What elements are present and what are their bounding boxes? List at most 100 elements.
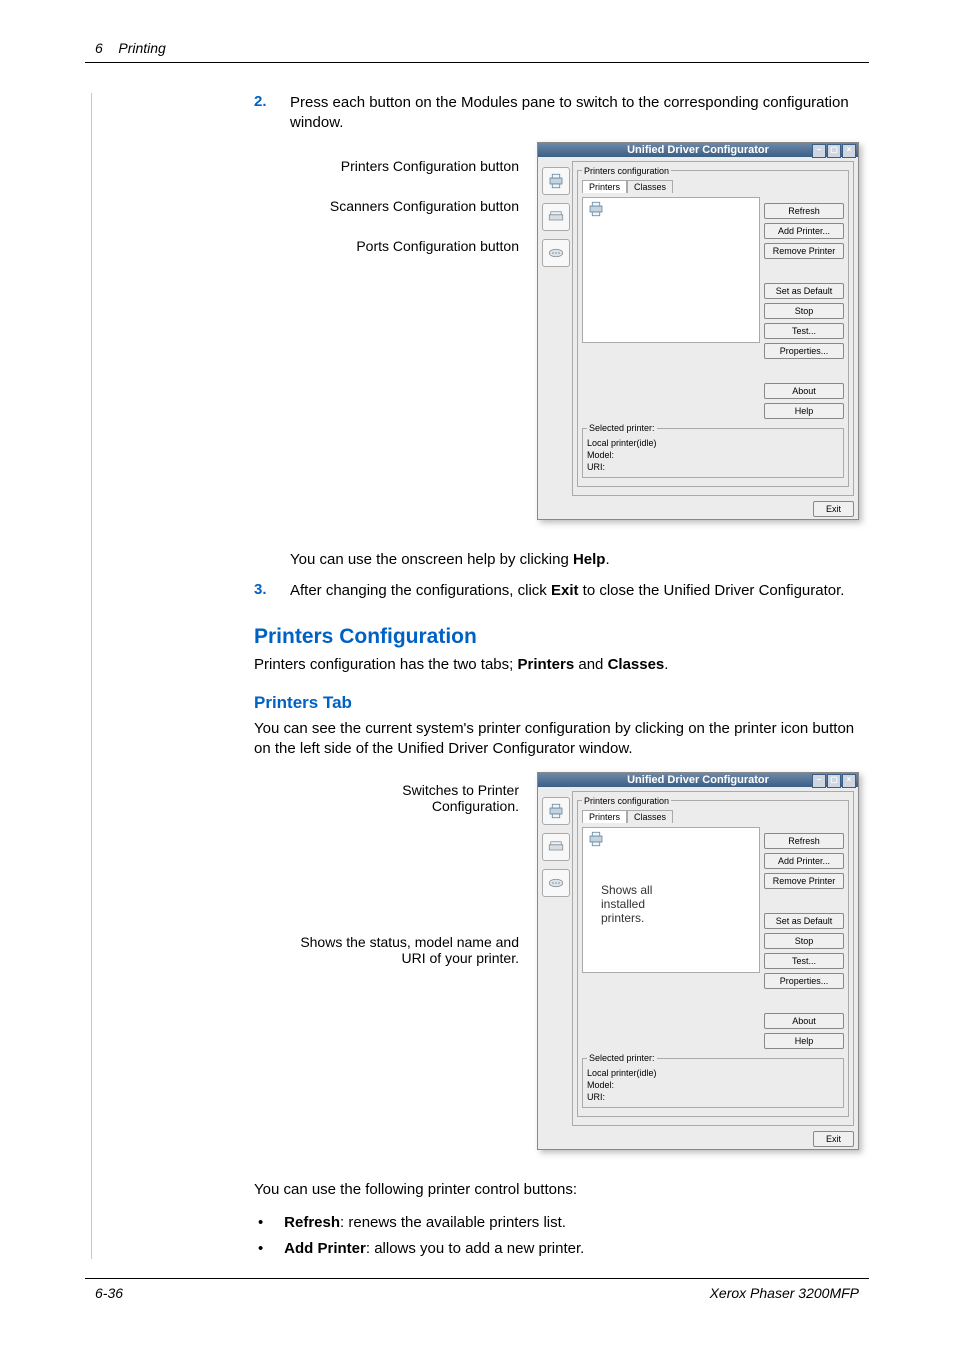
callout-shows-status: Shows the status, model name and URI of … xyxy=(299,934,519,966)
minimize-icon[interactable]: – xyxy=(812,144,826,158)
step-number-3: 3. xyxy=(254,581,274,601)
exit-button[interactable]: Exit xyxy=(813,501,854,517)
stop-button[interactable]: Stop xyxy=(764,933,844,949)
tab-printers[interactable]: Printers xyxy=(582,180,627,193)
printers-config-desc-post: . xyxy=(664,656,668,673)
bullet-add-printer-bold: Add Printer xyxy=(284,1240,366,1257)
test-button[interactable]: Test... xyxy=(764,323,844,339)
help-note-pre: You can use the onscreen help by clickin… xyxy=(290,551,573,568)
exit-button[interactable]: Exit xyxy=(813,1131,854,1147)
help-note-post: . xyxy=(605,551,609,568)
set-default-button[interactable]: Set as Default xyxy=(764,913,844,929)
window-titlebar: Unified Driver Configurator – ▢ × xyxy=(538,773,858,787)
maximize-icon[interactable]: ▢ xyxy=(827,144,841,158)
help-button[interactable]: Help xyxy=(764,1033,844,1049)
printers-list[interactable]: Shows all installed printers. xyxy=(582,827,760,973)
close-icon[interactable]: × xyxy=(842,774,856,788)
module-ports-button[interactable] xyxy=(542,239,570,267)
step-2-text: Press each button on the Modules pane to… xyxy=(290,93,859,134)
window-titlebar: Unified Driver Configurator – ▢ × xyxy=(538,143,858,157)
scanner-icon xyxy=(547,838,565,856)
step-3-post: to close the Unified Driver Configurator… xyxy=(579,582,845,599)
printers-list[interactable] xyxy=(582,197,760,343)
step-3-pre: After changing the configurations, click xyxy=(290,582,551,599)
callout-ports-config: Ports Configuration button xyxy=(330,238,519,254)
remove-printer-button[interactable]: Remove Printer xyxy=(764,243,844,259)
page-number: 6-36 xyxy=(95,1285,123,1301)
properties-button[interactable]: Properties... xyxy=(764,973,844,989)
selected-uri-label: URI: xyxy=(587,462,839,474)
selected-status: Local printer(idle) xyxy=(587,438,839,450)
selected-status: Local printer(idle) xyxy=(587,1068,839,1080)
header-separator xyxy=(85,62,869,63)
help-button[interactable]: Help xyxy=(764,403,844,419)
port-icon xyxy=(547,874,565,892)
groupbox-legend: Printers configuration xyxy=(582,796,671,806)
remove-printer-button[interactable]: Remove Printer xyxy=(764,873,844,889)
printer-icon xyxy=(547,802,565,820)
chapter-title: Printing xyxy=(118,40,165,56)
printers-config-desc-classes: Classes xyxy=(608,656,665,673)
tab-classes[interactable]: Classes xyxy=(627,180,673,193)
printer-item-icon xyxy=(585,200,607,218)
module-scanners-button[interactable] xyxy=(542,203,570,231)
printers-config-desc-printers: Printers xyxy=(517,656,574,673)
refresh-button[interactable]: Refresh xyxy=(764,833,844,849)
printers-tab-description: You can see the current system's printer… xyxy=(254,719,859,760)
bullet-refresh-rest: : renews the available printers list. xyxy=(340,1214,566,1231)
callout-printers-config: Printers Configuration button xyxy=(330,158,519,174)
window-title: Unified Driver Configurator xyxy=(627,774,769,786)
selected-model-label: Model: xyxy=(587,1080,839,1092)
printer-item-icon xyxy=(585,830,607,848)
printer-icon xyxy=(547,172,565,190)
scanner-icon xyxy=(547,208,565,226)
selected-printer-legend: Selected printer: xyxy=(587,1053,657,1065)
printers-config-groupbox: Printers configuration Printers Classes xyxy=(577,166,849,488)
bullet-refresh-bold: Refresh xyxy=(284,1214,340,1231)
control-buttons-intro: You can use the following printer contro… xyxy=(254,1180,859,1200)
close-icon[interactable]: × xyxy=(842,144,856,158)
chapter-number: 6 xyxy=(95,40,103,56)
bullet-add-printer: Add Printer: allows you to add a new pri… xyxy=(254,1239,859,1259)
printers-tab-heading: Printers Tab xyxy=(254,693,859,713)
step-3-bold: Exit xyxy=(551,582,579,599)
callout-shows-all-printers: Shows all installed printers. xyxy=(601,883,691,926)
selected-uri-label: URI: xyxy=(587,1092,839,1104)
help-note-bold: Help xyxy=(573,551,606,568)
footer-separator xyxy=(85,1278,869,1279)
module-printers-button[interactable] xyxy=(542,167,570,195)
about-button[interactable]: About xyxy=(764,383,844,399)
test-button[interactable]: Test... xyxy=(764,953,844,969)
properties-button[interactable]: Properties... xyxy=(764,343,844,359)
add-printer-button[interactable]: Add Printer... xyxy=(764,223,844,239)
groupbox-legend: Printers configuration xyxy=(582,166,671,176)
tab-classes[interactable]: Classes xyxy=(627,810,673,823)
minimize-icon[interactable]: – xyxy=(812,774,826,788)
printers-config-desc-pre: Printers configuration has the two tabs; xyxy=(254,656,517,673)
printers-configuration-heading: Printers Configuration xyxy=(254,625,859,649)
stop-button[interactable]: Stop xyxy=(764,303,844,319)
bullet-add-printer-rest: : allows you to add a new printer. xyxy=(366,1240,584,1257)
module-scanners-button[interactable] xyxy=(542,833,570,861)
callout-switches-to-printer: Switches to Printer Configuration. xyxy=(339,782,519,814)
tab-printers[interactable]: Printers xyxy=(582,810,627,823)
refresh-button[interactable]: Refresh xyxy=(764,203,844,219)
module-printers-button[interactable] xyxy=(542,797,570,825)
selected-model-label: Model: xyxy=(587,450,839,462)
bullet-refresh: Refresh: renews the available printers l… xyxy=(254,1213,859,1233)
add-printer-button[interactable]: Add Printer... xyxy=(764,853,844,869)
maximize-icon[interactable]: ▢ xyxy=(827,774,841,788)
selected-printer-legend: Selected printer: xyxy=(587,423,657,435)
udc-window-screenshot-2: Unified Driver Configurator – ▢ × xyxy=(537,772,859,1151)
set-default-button[interactable]: Set as Default xyxy=(764,283,844,299)
step-number-2: 2. xyxy=(254,93,274,134)
printers-config-groupbox: Printers configuration Printers Classes … xyxy=(577,796,849,1118)
product-name: Xerox Phaser 3200MFP xyxy=(710,1285,859,1301)
port-icon xyxy=(547,244,565,262)
printers-config-desc-and: and xyxy=(574,656,607,673)
callout-scanners-config: Scanners Configuration button xyxy=(330,198,519,214)
module-ports-button[interactable] xyxy=(542,869,570,897)
window-title: Unified Driver Configurator xyxy=(627,144,769,156)
udc-window-screenshot-1: Unified Driver Configurator – ▢ × xyxy=(537,142,859,521)
about-button[interactable]: About xyxy=(764,1013,844,1029)
